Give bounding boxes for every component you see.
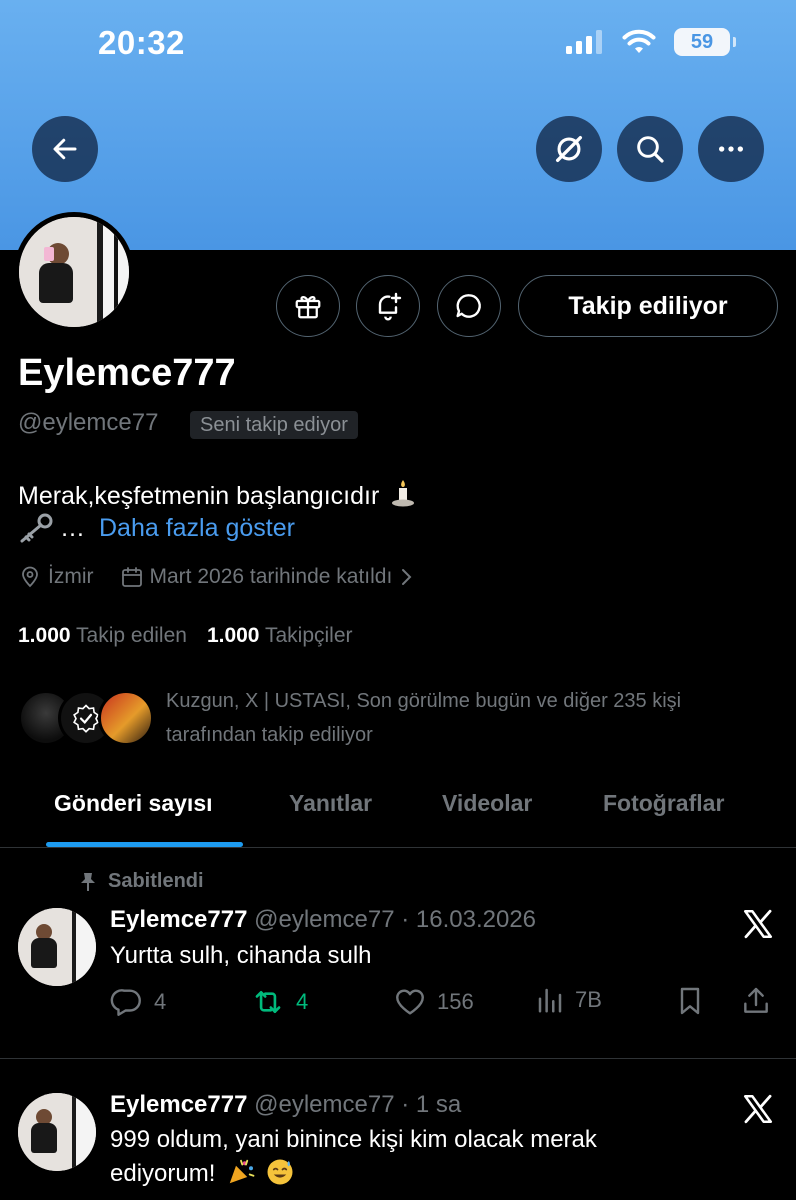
grok-button[interactable] [536,116,602,182]
post-author-name[interactable]: Eylemce777 [110,906,247,933]
bookmark-button[interactable] [674,985,706,1017]
gift-icon [295,295,321,319]
tab-posts[interactable]: Gönderi sayısı [54,790,213,817]
active-tab-indicator [46,842,243,847]
avatar-photo [19,217,129,327]
status-icons: 59 [566,28,736,56]
post-author-handle: @eylemce77 [254,1091,395,1118]
signal-icon [566,30,602,54]
profile-banner[interactable]: 20:32 59 [0,0,796,250]
follow-stats: 1.000 Takip edilen 1.000 Takipçiler [18,624,353,648]
following-stat[interactable]: 1.000 Takip edilen [18,624,187,648]
post-text: 999 oldum, yani binince kişi kim olacak … [110,1126,597,1187]
search-icon [637,136,664,163]
more-options-button[interactable] [698,116,764,182]
verified-badge-icon [73,704,99,733]
repost-button[interactable]: 4 [250,985,308,1019]
message-bubble-icon [456,294,481,318]
follows-you-badge: Seni takip ediyor [190,411,358,439]
bio-line-1: Merak,keşfetmenin başlangıcıdır [18,478,416,511]
tab-photos[interactable]: Fotoğraflar [603,790,724,817]
bio-line-2: … Daha fazla göster [18,513,295,543]
share-icon [744,987,768,1013]
pinned-label: Sabitlendi [78,870,204,893]
tab-replies[interactable]: Yanıtlar [289,790,372,817]
key-icon [20,513,53,543]
followers-stat[interactable]: 1.000 Takipçiler [207,624,353,648]
reply-button[interactable]: 4 [110,985,166,1019]
location-pin-icon [18,565,42,589]
post-text: Yurtta sulh, cihanda sulh [110,942,372,969]
message-button[interactable] [437,275,501,337]
post-divider [0,1058,796,1059]
post-author-name[interactable]: Eylemce777 [110,1091,247,1118]
views-button[interactable]: 7B [535,985,602,1015]
tab-videos[interactable]: Videolar [442,790,532,817]
candle-icon [392,480,415,507]
joined-date: Mart 2026 tarihinde katıldı [149,565,393,588]
x-logo-icon [736,1087,780,1131]
more-dots-icon [719,146,743,152]
notifications-button[interactable] [356,275,420,337]
post-header: Eylemce777 @eylemce77 · 16.03.2026 [110,906,536,934]
post-actions: 4 4 156 7B [110,985,780,1025]
profile-handle: @eylemce77 [18,409,159,436]
post-header: Eylemce777 @eylemce77 · 1 sa [110,1091,461,1119]
post-timestamp: · 16.03.2026 [401,906,537,933]
bell-plus-icon [378,292,402,321]
wifi-icon [622,29,656,53]
display-name: Eylemce777 [18,352,236,394]
profile-avatar[interactable] [14,212,134,332]
mutual-followers-text: Kuzgun, X | USTASI, Son görülme bugün ve… [166,690,682,746]
post-avatar[interactable] [18,908,96,986]
back-button[interactable] [32,116,98,182]
calendar-icon [120,565,144,589]
profile-meta: İzmir Mart 2026 tarihinde katıldı [18,565,414,589]
battery-indicator: 59 [674,28,736,56]
share-button[interactable] [740,985,772,1017]
post-author-handle: @eylemce77 [254,906,395,933]
mutual-followers[interactable]: Kuzgun, X | USTASI, Son görülme bugün ve… [18,684,778,750]
x-logo-icon [736,902,780,946]
gift-button[interactable] [276,275,340,337]
views-chart-icon [538,988,562,1013]
search-button[interactable] [617,116,683,182]
profile-tabs: Gönderi sayısı Yanıtlar Videolar Fotoğra… [0,770,796,848]
post-avatar[interactable] [18,1093,96,1171]
heart-icon [396,989,424,1015]
repost-icon [255,990,281,1014]
like-button[interactable]: 156 [393,985,474,1019]
party-popper-icon [229,1159,255,1184]
chevron-right-icon[interactable] [400,567,414,587]
reply-icon [110,989,141,1016]
bio-text: Merak,keşfetmenin başlangıcıdır [18,482,380,510]
sweat-smile-emoji-icon [267,1159,293,1185]
post-timestamp: · 1 sa [401,1091,462,1118]
bookmark-icon [680,987,700,1015]
status-time: 20:32 [98,24,185,61]
mutual-avatar-3 [98,690,154,746]
arrow-left-icon [53,138,77,160]
following-button[interactable]: Takip ediliyor [518,275,778,337]
bio-ellipsis: … [60,513,85,542]
pin-icon [81,872,95,891]
grok-icon [555,135,583,163]
location-text: İzmir [48,565,94,588]
show-more-link[interactable]: Daha fazla göster [99,514,295,543]
